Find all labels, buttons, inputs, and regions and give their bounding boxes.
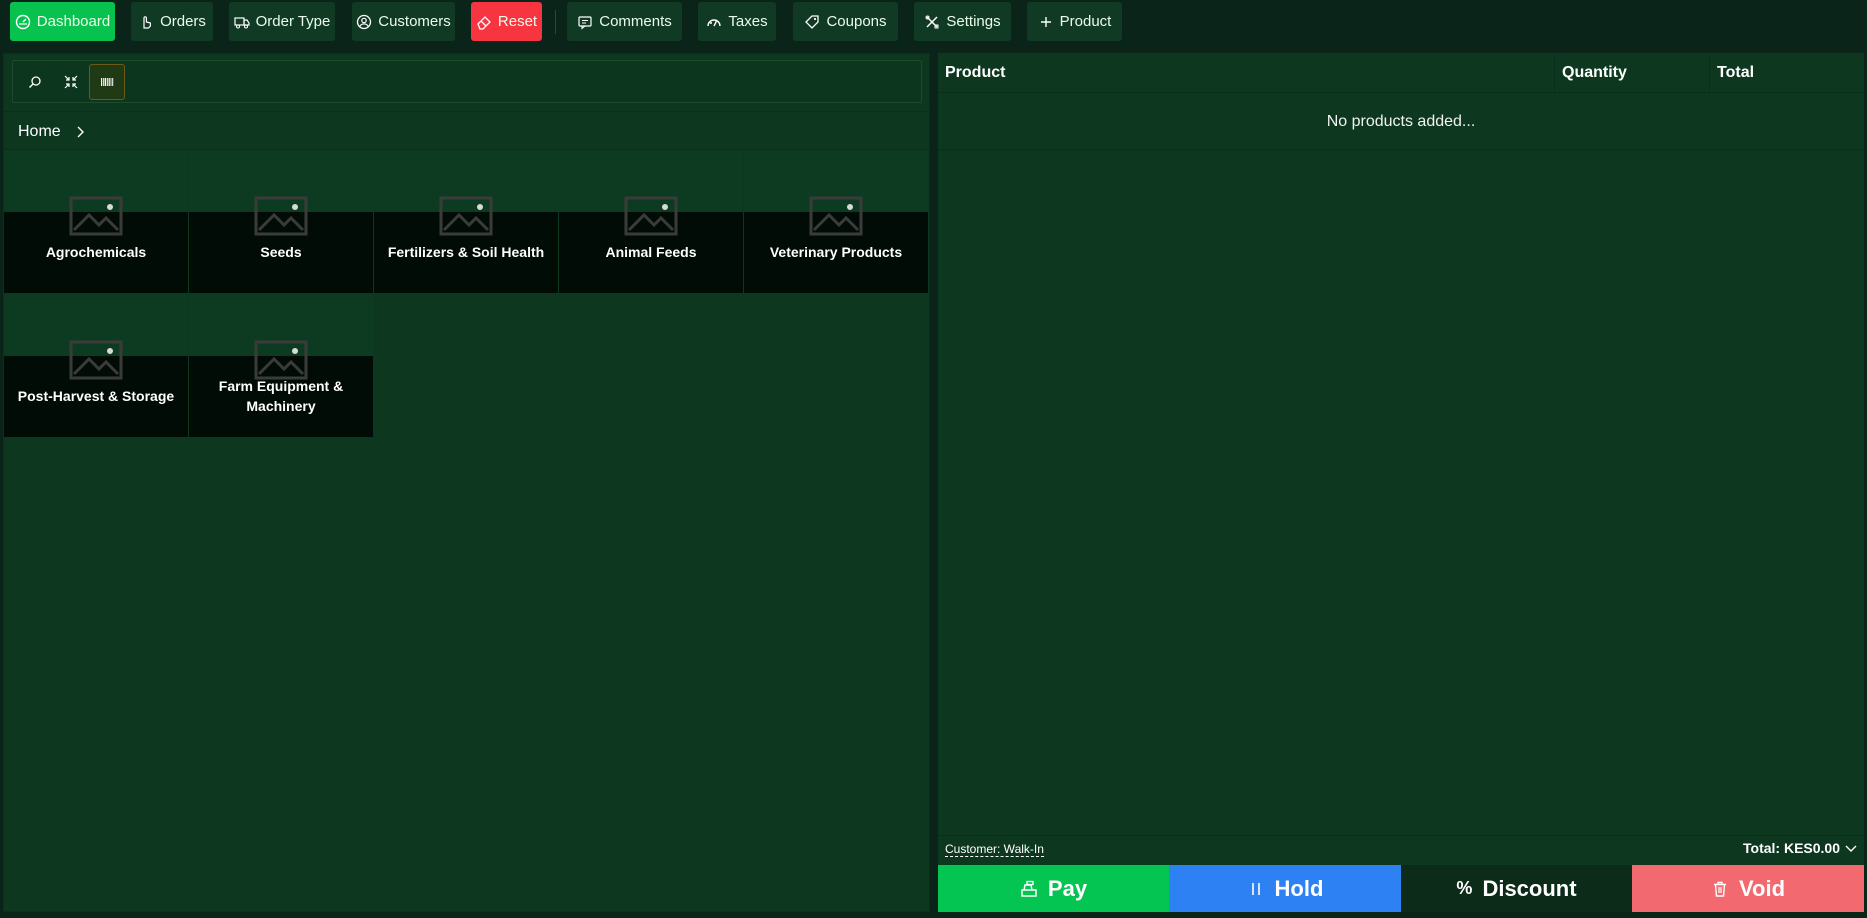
image-placeholder-icon: [809, 196, 863, 236]
order-type-label: Order Type: [255, 13, 331, 30]
category-label: Seeds: [260, 244, 302, 260]
hold-button[interactable]: Hold: [1169, 865, 1401, 912]
image-placeholder-icon: [254, 196, 308, 236]
cart-footer-divider: [938, 835, 1864, 836]
category-tile-seeds[interactable]: Seeds: [189, 150, 373, 293]
percent-icon: %: [1456, 878, 1473, 898]
search-mode-button[interactable]: [17, 64, 53, 100]
compress-mode-button[interactable]: [53, 64, 89, 100]
category-label: Agrochemicals: [45, 244, 147, 260]
settings-label: Settings: [946, 13, 1001, 30]
top-toolbar: Dashboard Orders Order Type Customers Re…: [0, 0, 1867, 44]
category-label: Fertilizers & Soil Health: [387, 244, 545, 260]
category-tile-animal-feeds[interactable]: Animal Feeds: [559, 150, 743, 293]
chevron-down-icon: [1844, 841, 1858, 855]
hold-label: Hold: [1274, 875, 1324, 901]
search-icon: [27, 74, 43, 90]
tax-icon: [706, 14, 722, 30]
search-divider: [4, 111, 929, 112]
coupons-button[interactable]: Coupons: [793, 2, 898, 41]
pay-label: Pay: [1047, 875, 1088, 901]
category-tile-veterinary-products[interactable]: Veterinary Products: [744, 150, 928, 293]
pause-icon: [1247, 880, 1265, 898]
category-tile-fertilizers[interactable]: Fertilizers & Soil Health: [374, 150, 558, 293]
breadcrumb: Home: [18, 120, 87, 144]
taxes-button[interactable]: Taxes: [698, 2, 776, 41]
cart-total[interactable]: Total: KES0.00: [1743, 840, 1858, 856]
category-tile-post-harvest[interactable]: Post-Harvest & Storage: [4, 294, 188, 437]
column-total: Total: [1717, 64, 1755, 81]
truck-icon: [234, 14, 250, 30]
cart-table-header: Product Quantity Total: [938, 53, 1864, 93]
barcode-mode-button[interactable]: [89, 64, 125, 100]
category-tile-agrochemicals[interactable]: Agrochemicals: [4, 150, 188, 293]
pay-button[interactable]: Pay: [938, 865, 1169, 912]
image-placeholder-icon: [254, 340, 308, 380]
taxes-label: Taxes: [728, 13, 768, 30]
cart-panel: Product Quantity Total No products added…: [938, 53, 1864, 912]
category-panel: Home Agrochemicals Seeds Fertilizers & S…: [3, 53, 930, 912]
cash-register-icon: [1020, 880, 1038, 898]
trash-icon: [1711, 880, 1729, 898]
image-placeholder-icon: [69, 196, 123, 236]
customers-button[interactable]: Customers: [352, 2, 455, 41]
cart-total-label: Total: KES0.00: [1743, 840, 1840, 856]
comment-icon: [577, 14, 593, 30]
reset-button[interactable]: Reset: [471, 2, 542, 41]
discount-button[interactable]: % Discount: [1401, 865, 1632, 912]
tools-icon: [924, 14, 940, 30]
toolbar-divider: [555, 10, 556, 34]
dashboard-label: Dashboard: [36, 13, 111, 30]
user-circle-icon: [356, 14, 372, 30]
column-product: Product: [938, 53, 1555, 93]
eraser-icon: [476, 14, 492, 30]
dashboard-button[interactable]: Dashboard: [10, 2, 115, 41]
void-button[interactable]: Void: [1632, 865, 1864, 912]
orders-label: Orders: [160, 13, 206, 30]
coupons-label: Coupons: [826, 13, 887, 30]
plus-icon: [1038, 14, 1054, 30]
category-label: Farm Equipment & Machinery: [218, 378, 344, 414]
image-placeholder-icon: [624, 196, 678, 236]
settings-button[interactable]: Settings: [914, 2, 1011, 41]
category-label: Post-Harvest & Storage: [17, 388, 175, 404]
compress-icon: [63, 74, 79, 90]
category-label: Veterinary Products: [769, 244, 903, 260]
search-bar: [12, 60, 922, 103]
orders-button[interactable]: Orders: [131, 2, 213, 41]
chevron-right-icon: [73, 125, 87, 139]
tag-icon: [804, 14, 820, 30]
comments-label: Comments: [599, 13, 672, 30]
add-product-label: Product: [1059, 13, 1112, 30]
cart-empty-message: No products added...: [938, 94, 1864, 150]
order-type-button[interactable]: Order Type: [229, 2, 335, 41]
image-placeholder-icon: [69, 340, 123, 380]
comments-button[interactable]: Comments: [567, 2, 682, 41]
void-label: Void: [1738, 875, 1786, 901]
category-tile-farm-equipment[interactable]: Farm Equipment & Machinery: [189, 294, 373, 437]
gauge-icon: [15, 14, 31, 30]
barcode-icon: [99, 74, 115, 90]
discount-label: Discount: [1482, 875, 1577, 901]
category-label: Animal Feeds: [605, 244, 697, 260]
reset-label: Reset: [497, 13, 538, 30]
customers-label: Customers: [378, 13, 451, 30]
add-product-button[interactable]: Product: [1027, 2, 1122, 41]
image-placeholder-icon: [439, 196, 493, 236]
customer-selector[interactable]: Customer: Walk-In: [945, 842, 1044, 857]
column-quantity: Quantity: [1555, 53, 1710, 93]
hand-pointer-icon: [138, 14, 154, 30]
breadcrumb-home[interactable]: Home: [18, 123, 61, 141]
